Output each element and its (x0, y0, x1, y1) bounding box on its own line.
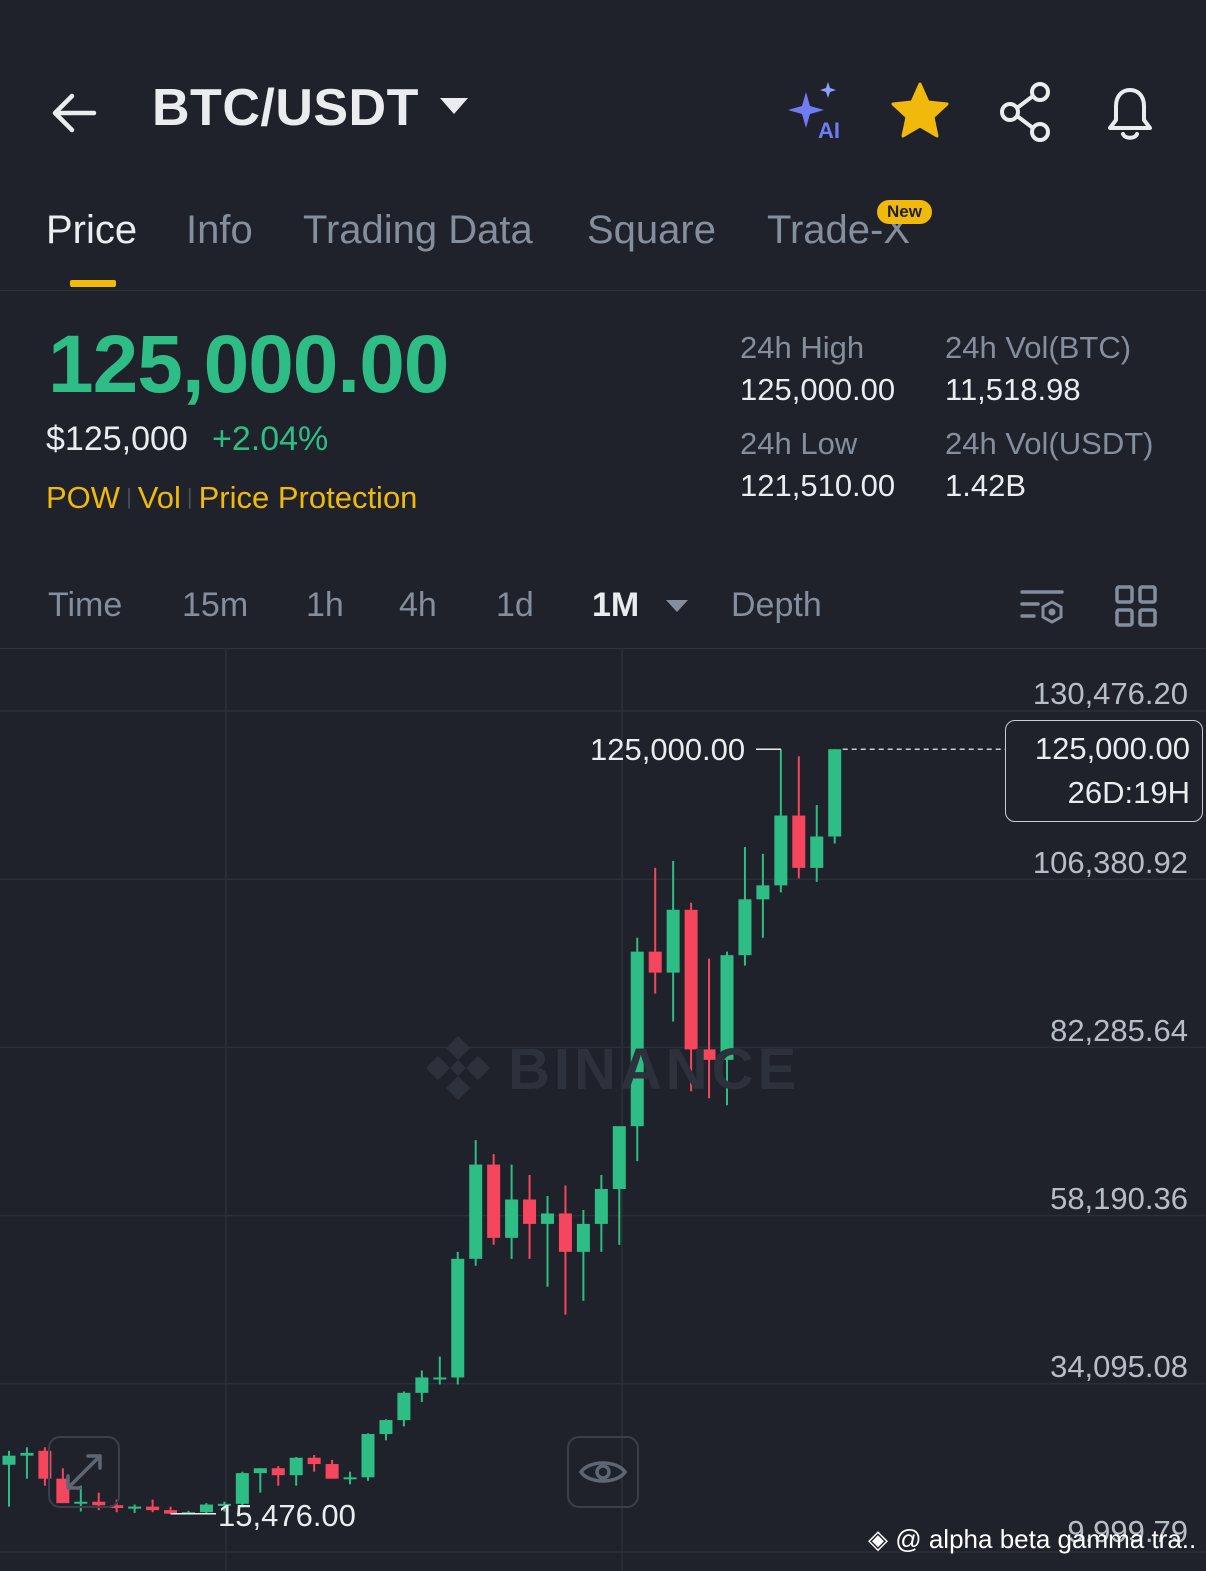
candle-body (738, 899, 752, 956)
new-badge: New (877, 200, 932, 224)
candle-body (541, 1213, 554, 1224)
tab-info[interactable]: Info (186, 208, 253, 253)
candle-body (774, 815, 788, 886)
indicator-settings-icon[interactable] (1018, 582, 1066, 630)
tf-more-icon[interactable] (666, 600, 688, 612)
timeframe-bar: Time 15m 1h 4h 1d 1M Depth (0, 570, 1206, 649)
binance-logo-icon: ◈ (868, 1524, 888, 1554)
low-label: 24h Low (740, 426, 858, 461)
candle-body (128, 1506, 142, 1509)
tf-time[interactable]: Time (48, 586, 122, 625)
candle-body (307, 1457, 321, 1465)
current-price-value: 125,000.00 (1034, 731, 1190, 766)
layout-grid-icon[interactable] (1112, 582, 1160, 630)
tag-row: POW | Vol | Price Protection (46, 480, 418, 515)
eye-icon (578, 1461, 628, 1483)
tf-depth[interactable]: Depth (731, 586, 822, 625)
top-bar: BTC/USDT AI (0, 60, 1206, 160)
ai-sparkle-icon[interactable]: AI (784, 78, 852, 146)
y-axis-label: 130,476.20 (1032, 676, 1188, 711)
tab-trading-data[interactable]: Trading Data (303, 208, 533, 253)
candle-body (612, 1126, 626, 1190)
candle-body (576, 1223, 590, 1252)
candle-body (415, 1377, 429, 1393)
active-tab-indicator (70, 280, 116, 287)
bell-icon[interactable] (1096, 78, 1164, 146)
high-value: 125,000.00 (740, 372, 896, 407)
candle-body (594, 1189, 608, 1224)
high-marker-label: 125,000.00 (590, 732, 746, 767)
share-icon[interactable] (992, 78, 1060, 146)
candle-body (505, 1199, 519, 1238)
last-price: 125,000.00 (48, 319, 449, 410)
candle-body (2, 1455, 16, 1465)
watermark-text: BINANCE (508, 1037, 801, 1102)
tag-price-protection[interactable]: Price Protection (199, 480, 418, 515)
fullscreen-button[interactable] (48, 1436, 120, 1508)
y-axis-label: 34,095.08 (1050, 1349, 1188, 1384)
pair-title[interactable]: BTC/USDT (152, 78, 419, 138)
candle-body (810, 836, 824, 868)
usd-price: $125,000 (46, 420, 188, 458)
candle-body (379, 1420, 393, 1435)
tf-4h[interactable]: 4h (399, 586, 437, 625)
y-axis-label: 58,190.36 (1050, 1181, 1188, 1216)
credit-text: @ alpha beta gamma tra... (895, 1524, 1198, 1554)
current-price-box: 125,000.00 26D:19H (1005, 720, 1203, 822)
visibility-toggle-button[interactable] (567, 1436, 639, 1508)
y-axis-label: 82,285.64 (1050, 1013, 1188, 1048)
vol-usdt-label: 24h Vol(USDT) (945, 426, 1154, 461)
candle-body (325, 1464, 339, 1479)
main-tabs: Price Info Trading Data Square Trade-X N… (0, 200, 1206, 291)
tag-pow[interactable]: POW (46, 480, 120, 515)
vol-usdt-value: 1.42B (945, 468, 1027, 503)
candle-body (361, 1434, 375, 1478)
candle-body (451, 1258, 465, 1378)
candle-body (756, 885, 770, 900)
tab-price[interactable]: Price (46, 208, 137, 253)
vol-btc-label: 24h Vol(BTC) (945, 330, 1132, 365)
candle-body (684, 909, 698, 1050)
low-value: 121,510.00 (740, 468, 896, 503)
candle-body (289, 1457, 303, 1476)
star-icon[interactable] (886, 78, 954, 146)
candle-body (558, 1213, 572, 1252)
candle-body (20, 1452, 34, 1456)
ai-label: AI (818, 118, 840, 143)
expand-icon (66, 1454, 102, 1490)
candle-body (666, 909, 680, 973)
candle-body (828, 749, 842, 837)
tab-square[interactable]: Square (587, 208, 716, 253)
candle-countdown: 26D:19H (1067, 775, 1190, 810)
candle-body (433, 1377, 447, 1380)
candle-body (523, 1199, 537, 1224)
candle-body (343, 1477, 357, 1480)
candle-body (469, 1164, 483, 1259)
y-axis-label: 106,380.92 (1032, 845, 1188, 880)
back-arrow-icon[interactable] (48, 86, 102, 140)
candle-body (253, 1468, 267, 1474)
vol-btc-value: 11,518.98 (945, 372, 1081, 407)
candle-body (397, 1392, 411, 1421)
tag-vol[interactable]: Vol (138, 480, 181, 515)
pair-dropdown-icon[interactable] (440, 98, 468, 114)
credit-overlay: ◈ @ alpha beta gamma tra... (868, 1524, 1198, 1555)
candle-body (271, 1468, 285, 1476)
candle-body (199, 1504, 213, 1513)
candle-body (146, 1506, 160, 1511)
high-label: 24h High (740, 330, 865, 365)
tf-1m[interactable]: 1M (592, 586, 639, 625)
tf-1h[interactable]: 1h (306, 586, 344, 625)
price-change: +2.04% (212, 420, 329, 458)
candle-body (792, 815, 806, 868)
tf-15m[interactable]: 15m (182, 586, 248, 625)
candle-body (487, 1164, 501, 1238)
low-marker-label: 15,476.00 (218, 1498, 356, 1533)
tf-1d[interactable]: 1d (496, 586, 534, 625)
candle-body (648, 951, 662, 973)
